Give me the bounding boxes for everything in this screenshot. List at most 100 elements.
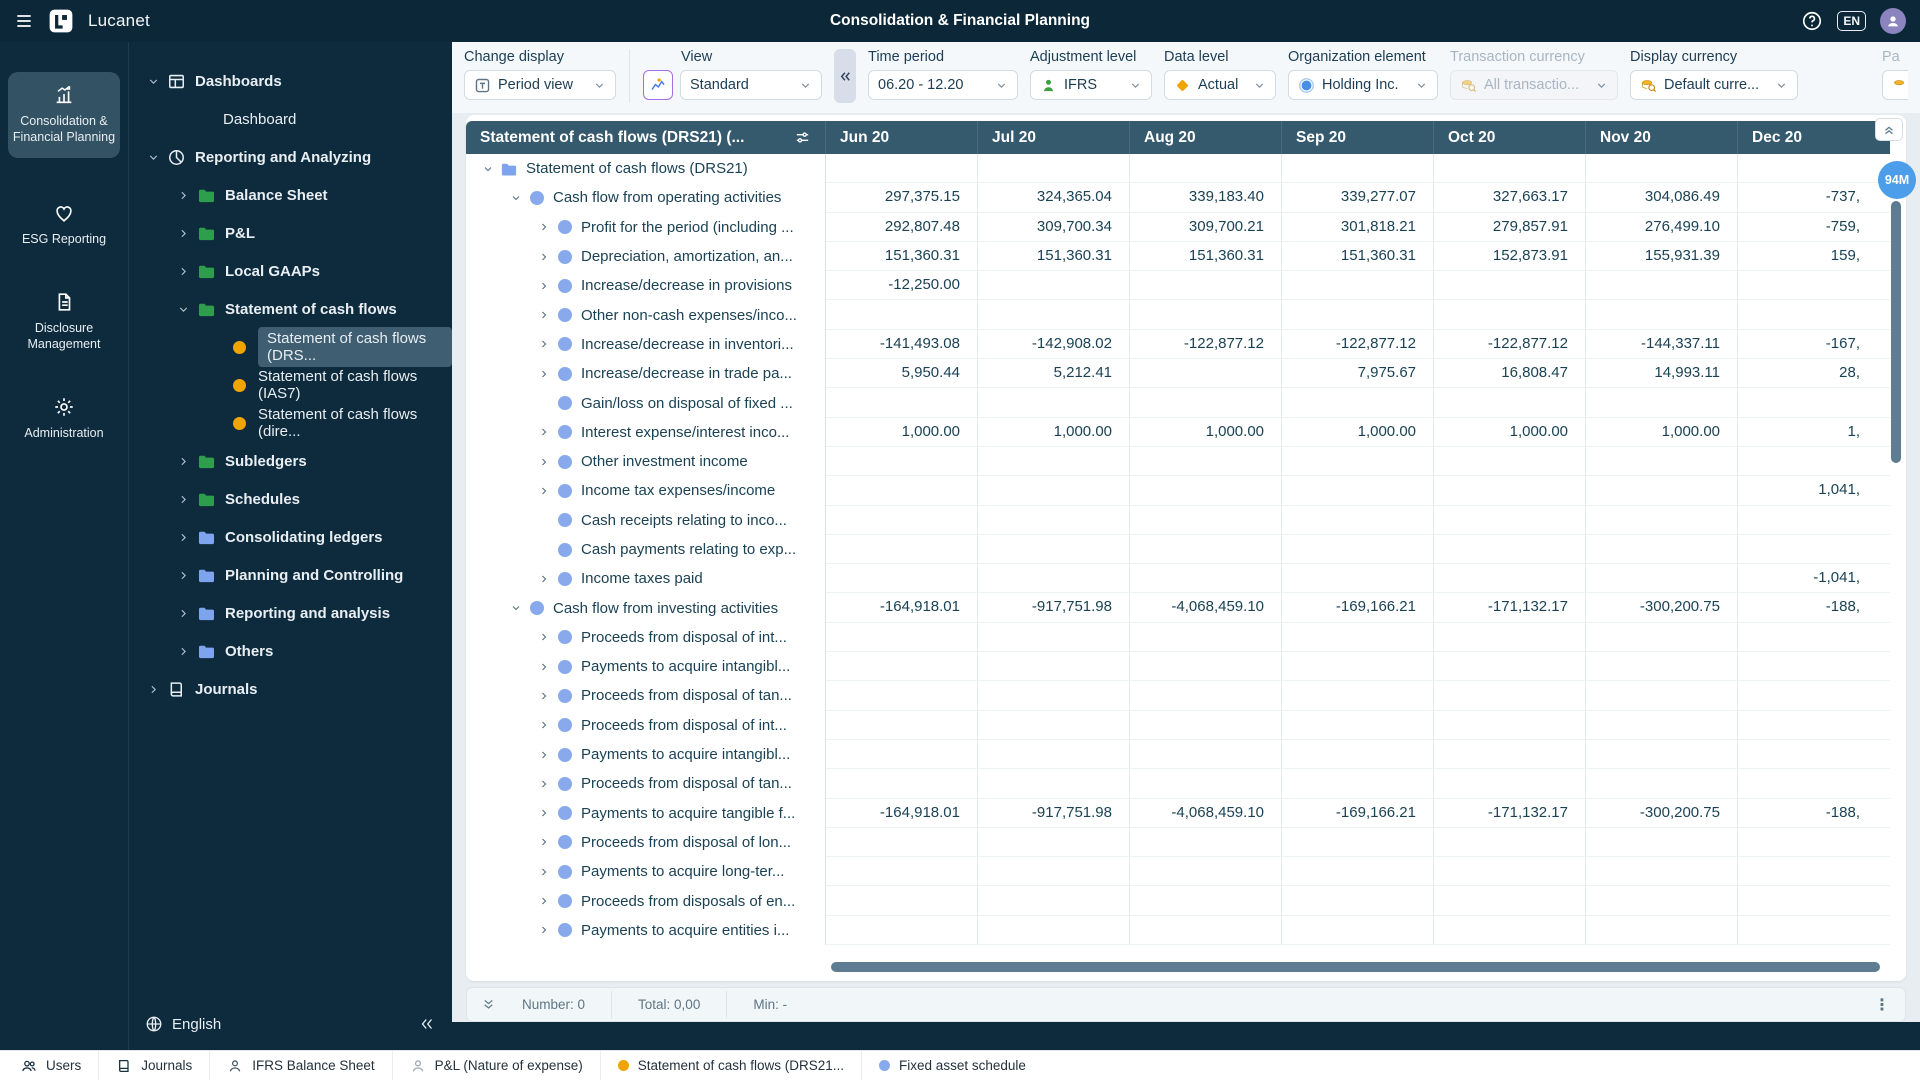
value-cell[interactable]: [1738, 769, 1890, 798]
value-cell[interactable]: [826, 535, 978, 564]
value-cell[interactable]: [1434, 769, 1586, 798]
value-cell[interactable]: [1586, 447, 1738, 476]
chevron-right-icon[interactable]: [534, 573, 554, 585]
chevron-right-icon[interactable]: [534, 426, 554, 438]
column-header[interactable]: Aug 20: [1130, 121, 1282, 154]
table-title-header[interactable]: Statement of cash flows (DRS21) (...: [466, 121, 826, 154]
value-cell[interactable]: [1586, 388, 1738, 417]
chevron-right-icon[interactable]: [534, 807, 554, 819]
value-cell[interactable]: -164,918.01: [826, 799, 978, 828]
value-cell[interactable]: -4,068,459.10: [1130, 593, 1282, 622]
value-cell[interactable]: [1738, 300, 1890, 329]
value-cell[interactable]: [1586, 564, 1738, 593]
chevron-right-icon[interactable]: [534, 456, 554, 468]
value-cell[interactable]: [1130, 535, 1282, 564]
chevron-right-icon[interactable]: [534, 309, 554, 321]
value-cell[interactable]: [1434, 476, 1586, 505]
value-cell[interactable]: [1434, 154, 1586, 183]
value-cell[interactable]: -122,877.12: [1282, 330, 1434, 359]
value-cell[interactable]: [978, 535, 1130, 564]
chevron-right-icon[interactable]: [173, 455, 193, 468]
value-cell[interactable]: [826, 476, 978, 505]
value-cell[interactable]: [1130, 506, 1282, 535]
adjustment-level-dropdown[interactable]: IFRS: [1030, 70, 1152, 100]
time-period-dropdown[interactable]: 06.20 - 12.20: [868, 70, 1018, 100]
table-row[interactable]: Other non-cash expenses/inco...: [466, 300, 1890, 329]
value-cell[interactable]: [1282, 300, 1434, 329]
value-cell[interactable]: 339,277.07: [1282, 183, 1434, 212]
table-row[interactable]: Payments to acquire tangible f...-164,91…: [466, 799, 1890, 828]
value-cell[interactable]: [1282, 476, 1434, 505]
value-cell[interactable]: [1586, 623, 1738, 652]
value-cell[interactable]: [826, 506, 978, 535]
value-cell[interactable]: 327,663.17: [1434, 183, 1586, 212]
value-cell[interactable]: [1282, 681, 1434, 710]
table-row[interactable]: Cash flow from operating activities297,3…: [466, 183, 1890, 212]
column-header[interactable]: Jul 20: [978, 121, 1130, 154]
partial-dropdown[interactable]: [1882, 70, 1908, 100]
value-cell[interactable]: [1282, 388, 1434, 417]
value-cell[interactable]: -142,908.02: [978, 330, 1130, 359]
value-cell[interactable]: -169,166.21: [1282, 593, 1434, 622]
chevron-down-icon[interactable]: [506, 602, 526, 614]
table-row[interactable]: Payments to acquire intangibl...: [466, 740, 1890, 769]
value-cell[interactable]: 304,086.49: [1586, 183, 1738, 212]
value-cell[interactable]: -917,751.98: [978, 799, 1130, 828]
value-cell[interactable]: [1130, 476, 1282, 505]
tree-item[interactable]: Journals: [129, 670, 452, 708]
chevron-right-icon[interactable]: [534, 895, 554, 907]
value-cell[interactable]: -188,: [1738, 593, 1890, 622]
table-row[interactable]: Income taxes paid-1,041,: [466, 564, 1890, 593]
value-cell[interactable]: [1130, 857, 1282, 886]
tree-item[interactable]: Dashboards: [129, 62, 452, 100]
value-cell[interactable]: 309,700.21: [1130, 213, 1282, 242]
tree-item[interactable]: Others: [129, 632, 452, 670]
value-cell[interactable]: [1738, 916, 1890, 945]
table-row[interactable]: Proceeds from disposal of tan...: [466, 769, 1890, 798]
value-cell[interactable]: -167,: [1738, 330, 1890, 359]
value-cell[interactable]: [1738, 681, 1890, 710]
chevron-right-icon[interactable]: [173, 569, 193, 582]
table-row[interactable]: Depreciation, amortization, an...151,360…: [466, 242, 1890, 271]
tree-item[interactable]: P&L: [129, 214, 452, 252]
taskbar-item[interactable]: Statement of cash flows (DRS21...: [601, 1051, 862, 1080]
value-cell[interactable]: [1282, 828, 1434, 857]
table-row[interactable]: Increase/decrease in provisions-12,250.0…: [466, 271, 1890, 300]
value-cell[interactable]: -188,: [1738, 799, 1890, 828]
value-cell[interactable]: 1,000.00: [1130, 418, 1282, 447]
value-cell[interactable]: [978, 476, 1130, 505]
value-cell[interactable]: [978, 828, 1130, 857]
value-cell[interactable]: [1130, 916, 1282, 945]
column-header[interactable]: Dec 20: [1738, 121, 1890, 154]
value-cell[interactable]: [978, 681, 1130, 710]
value-cell[interactable]: 151,360.31: [978, 242, 1130, 271]
value-cell[interactable]: [1282, 769, 1434, 798]
value-cell[interactable]: [1434, 447, 1586, 476]
table-row[interactable]: Income tax expenses/income1,041,: [466, 476, 1890, 505]
value-cell[interactable]: [978, 740, 1130, 769]
value-cell[interactable]: [978, 564, 1130, 593]
value-cell[interactable]: 1,000.00: [1282, 418, 1434, 447]
value-cell[interactable]: [978, 506, 1130, 535]
value-cell[interactable]: [826, 623, 978, 652]
sliders-icon[interactable]: [794, 129, 811, 146]
value-cell[interactable]: [978, 711, 1130, 740]
chevron-right-icon[interactable]: [534, 719, 554, 731]
value-cell[interactable]: [1282, 857, 1434, 886]
value-cell[interactable]: -300,200.75: [1586, 593, 1738, 622]
value-cell[interactable]: [1130, 711, 1282, 740]
tree-item[interactable]: Consolidating ledgers: [129, 518, 452, 556]
value-cell[interactable]: [1586, 652, 1738, 681]
view-dropdown[interactable]: Standard: [680, 70, 822, 100]
value-cell[interactable]: 1,: [1738, 418, 1890, 447]
value-cell[interactable]: 279,857.91: [1434, 213, 1586, 242]
value-cell[interactable]: [1130, 652, 1282, 681]
language-selector[interactable]: EN: [1837, 11, 1866, 31]
tree-item[interactable]: Dashboard: [129, 100, 452, 138]
value-cell[interactable]: [1282, 711, 1434, 740]
tree-item[interactable]: Local GAAPs: [129, 252, 452, 290]
value-cell[interactable]: [1282, 740, 1434, 769]
value-cell[interactable]: [826, 447, 978, 476]
taskbar-item[interactable]: P&L (Nature of expense): [393, 1051, 601, 1080]
value-cell[interactable]: 1,000.00: [1434, 418, 1586, 447]
